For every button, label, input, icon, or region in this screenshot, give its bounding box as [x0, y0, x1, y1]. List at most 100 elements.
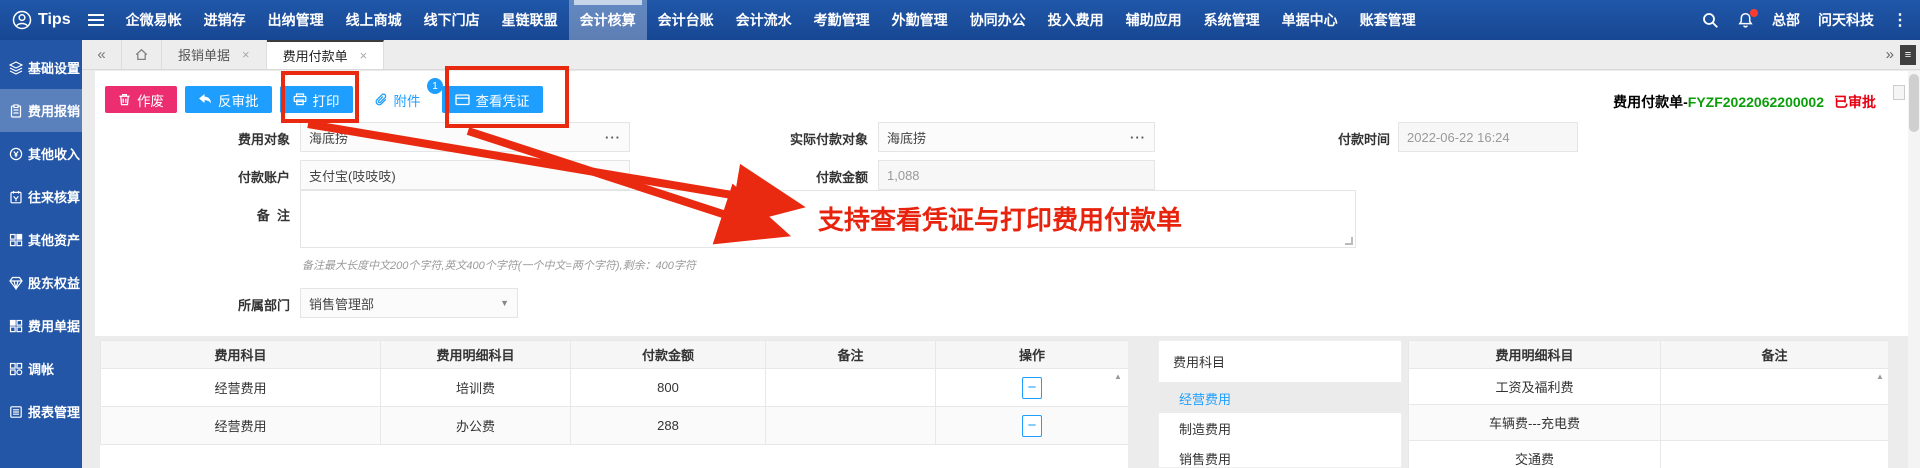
- attachment-button[interactable]: 附件: [360, 86, 434, 113]
- table-scroll-up-icon[interactable]: ▲: [1876, 372, 1884, 381]
- undo-arrow-icon: [199, 94, 211, 104]
- nav-item-danju[interactable]: 单据中心: [1271, 0, 1349, 40]
- remark-label: 备 注: [256, 208, 290, 223]
- category-item-sales[interactable]: 销售费用: [1159, 443, 1401, 467]
- adjust-icon: [9, 362, 23, 375]
- clipboard-icon: [10, 103, 22, 118]
- panel-scroll-box[interactable]: [1893, 85, 1905, 100]
- org-switcher[interactable]: 总部: [1772, 10, 1800, 30]
- scrollbar-thumb[interactable]: [1909, 74, 1919, 132]
- chevron-down-icon: ▼: [500, 298, 509, 308]
- expense-subcategory-table: 费用明细科目 备注 工资及福利费 车辆费---充电费 交通费: [1408, 340, 1888, 468]
- tabs-overflow-icon[interactable]: »: [1886, 46, 1894, 63]
- nav-item-xietong[interactable]: 协同办公: [959, 0, 1037, 40]
- nav-item-xinglian[interactable]: 星链联盟: [491, 0, 569, 40]
- sidebar-item-expense-bills[interactable]: 费用单据: [0, 304, 82, 347]
- nav-item-kuaiji-hesuan-active[interactable]: 会计核算: [568, 0, 647, 40]
- collapse-tabs-icon[interactable]: «: [82, 40, 122, 69]
- trash-icon: [119, 94, 130, 106]
- nav-item-waiqin[interactable]: 外勤管理: [881, 0, 959, 40]
- picker-ellipsis-icon[interactable]: ···: [1130, 130, 1146, 145]
- sidebar: 基础设置 费用报销 其他收入 往来核算 其他资产 股东权益 费用单据 调帐 报表…: [0, 40, 82, 468]
- nav-item-kaoqin[interactable]: 考勤管理: [803, 0, 881, 40]
- sidebar-item-shareholder-equity[interactable]: 股东权益: [0, 261, 82, 304]
- pay-account-select[interactable]: 支付宝(吱吱吱) ▼: [300, 160, 630, 190]
- ledger-icon: [10, 190, 22, 203]
- category-item-manufacturing[interactable]: 制造费用: [1159, 413, 1401, 443]
- more-options-icon[interactable]: ⋮: [1892, 10, 1908, 30]
- company-name[interactable]: 问天科技: [1818, 10, 1874, 30]
- attachment-count-badge: 1: [427, 78, 443, 94]
- home-tab-icon[interactable]: [122, 40, 162, 69]
- printer-icon: [293, 93, 306, 106]
- nav-item-shangcheng[interactable]: 线上商城: [335, 0, 413, 40]
- pay-time-label: 付款时间: [1337, 132, 1390, 147]
- table-row: 经营费用 办公费 288 −: [100, 406, 1128, 445]
- actual-payee-label: 实际付款对象: [789, 132, 868, 147]
- category-item-operating[interactable]: 经营费用: [1159, 383, 1401, 413]
- table-header-row: 费用科目 费用明细科目 付款金额 备注 操作: [100, 340, 1128, 369]
- pay-account-label: 付款账户: [237, 170, 290, 185]
- table-scroll-up-icon[interactable]: ▲: [1114, 372, 1122, 381]
- nav-item-zhangtao[interactable]: 账套管理: [1349, 0, 1427, 40]
- layers-icon: [9, 60, 23, 75]
- app-logo[interactable]: Tips: [12, 10, 71, 30]
- resize-grip[interactable]: [1345, 237, 1353, 245]
- sidebar-item-other-assets[interactable]: 其他资产: [0, 218, 82, 261]
- department-select[interactable]: 销售管理部 ▼: [300, 288, 518, 318]
- tab-feiyong-fukuandan-active[interactable]: 费用付款单 ×: [266, 40, 385, 69]
- nav-item-mendian[interactable]: 线下门店: [413, 0, 491, 40]
- unapprove-button[interactable]: 反审批: [185, 86, 272, 113]
- print-button[interactable]: 打印: [279, 86, 353, 113]
- remove-row-button[interactable]: −: [1022, 376, 1042, 399]
- paperclip-icon: [375, 93, 386, 105]
- notification-bell-icon[interactable]: [1737, 8, 1758, 29]
- search-icon[interactable]: [1702, 12, 1719, 29]
- tab-baoxiao-danju[interactable]: 报销单据 ×: [162, 40, 267, 69]
- menu-toggle-icon[interactable]: [87, 13, 105, 27]
- department-label: 所属部门: [237, 298, 290, 313]
- table-row: 交通费: [1408, 440, 1888, 468]
- vertical-scrollbar[interactable]: [1908, 71, 1920, 468]
- sidebar-item-current-accounts[interactable]: 往来核算: [0, 175, 82, 218]
- void-button[interactable]: 作废: [105, 86, 177, 113]
- tab-list-icon[interactable]: ≡: [1900, 44, 1916, 65]
- picker-ellipsis-icon[interactable]: ···: [605, 130, 621, 145]
- sidebar-item-adjust-account[interactable]: 调帐: [0, 347, 82, 390]
- nav-item-chuna[interactable]: 出纳管理: [257, 0, 335, 40]
- table-header-row: 费用明细科目 备注: [1408, 340, 1888, 369]
- table-row: 经营费用 培训费 800 −: [100, 368, 1128, 407]
- actual-payee-field[interactable]: 海底捞 ···: [878, 122, 1155, 152]
- nav-item-fuzhu[interactable]: 辅助应用: [1115, 0, 1193, 40]
- nav-item-jinxiaocun[interactable]: 进销存: [193, 0, 257, 40]
- nav-item-qiwei[interactable]: 企微易帐: [115, 0, 193, 40]
- top-nav: Tips 企微易帐 进销存 出纳管理 线上商城 线下门店 星链联盟 会计核算 会…: [0, 0, 1920, 40]
- table-row: 车辆费---充电费: [1408, 404, 1888, 441]
- tab-bar: « 报销单据 × 费用付款单 × » ≡: [82, 40, 1920, 70]
- nav-item-touru[interactable]: 投入费用: [1037, 0, 1115, 40]
- status-badge: 已审批: [1834, 94, 1876, 110]
- expense-target-field[interactable]: 海底捞 ···: [300, 122, 630, 152]
- voucher-card-icon: [454, 94, 470, 106]
- sidebar-item-report-management[interactable]: 报表管理: [0, 390, 82, 433]
- close-icon[interactable]: ×: [360, 48, 368, 63]
- expense-detail-table: 费用科目 费用明细科目 付款金额 备注 操作 经营费用 培训费 800 − 经营…: [100, 340, 1128, 468]
- close-icon[interactable]: ×: [242, 47, 250, 62]
- notification-dot: [1750, 8, 1758, 17]
- assets-icon: [9, 233, 23, 246]
- nav-item-xitong[interactable]: 系统管理: [1193, 0, 1271, 40]
- app-window: Tips 企微易帐 进销存 出纳管理 线上商城 线下门店 星链联盟 会计核算 会…: [0, 0, 1920, 468]
- view-voucher-button[interactable]: 查看凭证: [441, 86, 543, 113]
- pay-amount-field: 1,088: [878, 160, 1155, 190]
- bills-icon: [9, 319, 23, 332]
- remark-textarea[interactable]: [300, 190, 1356, 248]
- nav-item-liushui[interactable]: 会计流水: [725, 0, 803, 40]
- remove-row-button[interactable]: −: [1022, 414, 1042, 437]
- chevron-down-icon: ▼: [612, 170, 621, 180]
- category-panel-header: 费用科目: [1159, 341, 1401, 383]
- top-nav-menu: 企微易帐 进销存 出纳管理 线上商城 线下门店 星链联盟 会计核算 会计台账 会…: [115, 0, 1427, 40]
- sidebar-item-expense-reimburse[interactable]: 费用报销: [0, 89, 82, 132]
- sidebar-item-other-income[interactable]: 其他收入: [0, 132, 82, 175]
- nav-item-taizhang[interactable]: 会计台账: [647, 0, 725, 40]
- sidebar-item-basic-settings[interactable]: 基础设置: [0, 46, 82, 89]
